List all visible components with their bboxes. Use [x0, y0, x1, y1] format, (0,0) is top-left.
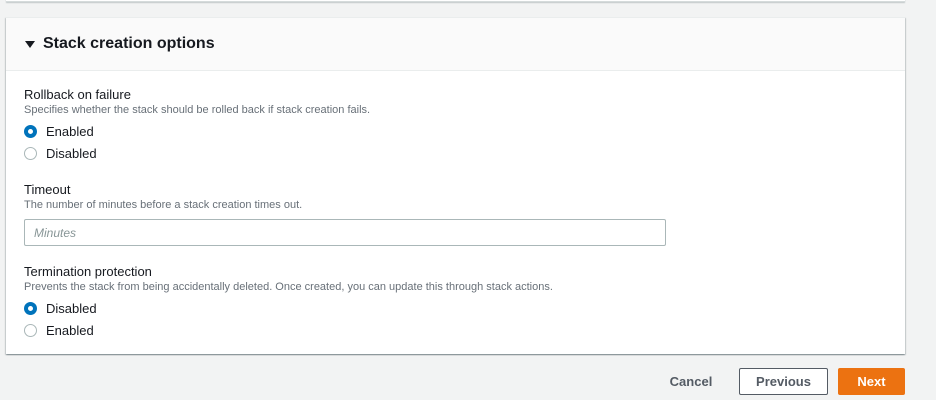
timeout-description: The number of minutes before a stack cre… — [24, 199, 303, 211]
termination-enabled-radio[interactable]: Enabled — [24, 319, 887, 341]
termination-field: Termination protection Prevents the stac… — [24, 264, 887, 341]
section-title: Stack creation options — [43, 35, 215, 52]
radio-label: Disabled — [46, 145, 97, 161]
radio-label: Disabled — [46, 300, 97, 316]
radio-selected-icon[interactable] — [24, 124, 37, 138]
rollback-description: Specifies whether the stack should be ro… — [24, 104, 371, 116]
termination-label: Termination protection — [24, 264, 152, 279]
timeout-field: Timeout The number of minutes before a s… — [24, 182, 887, 246]
rollback-field: Rollback on failure Specifies whether th… — [24, 87, 887, 164]
stack-creation-options-panel: Stack creation options Rollback on failu… — [6, 17, 905, 354]
radio-unselected-icon[interactable] — [24, 323, 37, 337]
termination-description: Prevents the stack from being accidental… — [24, 281, 553, 293]
radio-label: Enabled — [46, 322, 94, 338]
previous-panel-edge — [6, 0, 905, 2]
rollback-disabled-radio[interactable]: Disabled — [24, 142, 887, 164]
radio-label: Enabled — [46, 123, 94, 139]
next-button[interactable]: Next — [838, 368, 905, 395]
radio-selected-icon[interactable] — [24, 301, 37, 315]
termination-disabled-radio[interactable]: Disabled — [24, 297, 887, 319]
timeout-label: Timeout — [24, 182, 71, 197]
rollback-label: Rollback on failure — [24, 87, 131, 102]
caret-down-icon[interactable] — [25, 40, 35, 48]
rollback-enabled-radio[interactable]: Enabled — [24, 120, 887, 142]
section-header[interactable]: Stack creation options — [6, 18, 905, 71]
cancel-button[interactable]: Cancel — [662, 368, 720, 395]
timeout-input[interactable] — [24, 219, 666, 246]
previous-button[interactable]: Previous — [739, 368, 828, 395]
radio-unselected-icon[interactable] — [24, 146, 37, 160]
